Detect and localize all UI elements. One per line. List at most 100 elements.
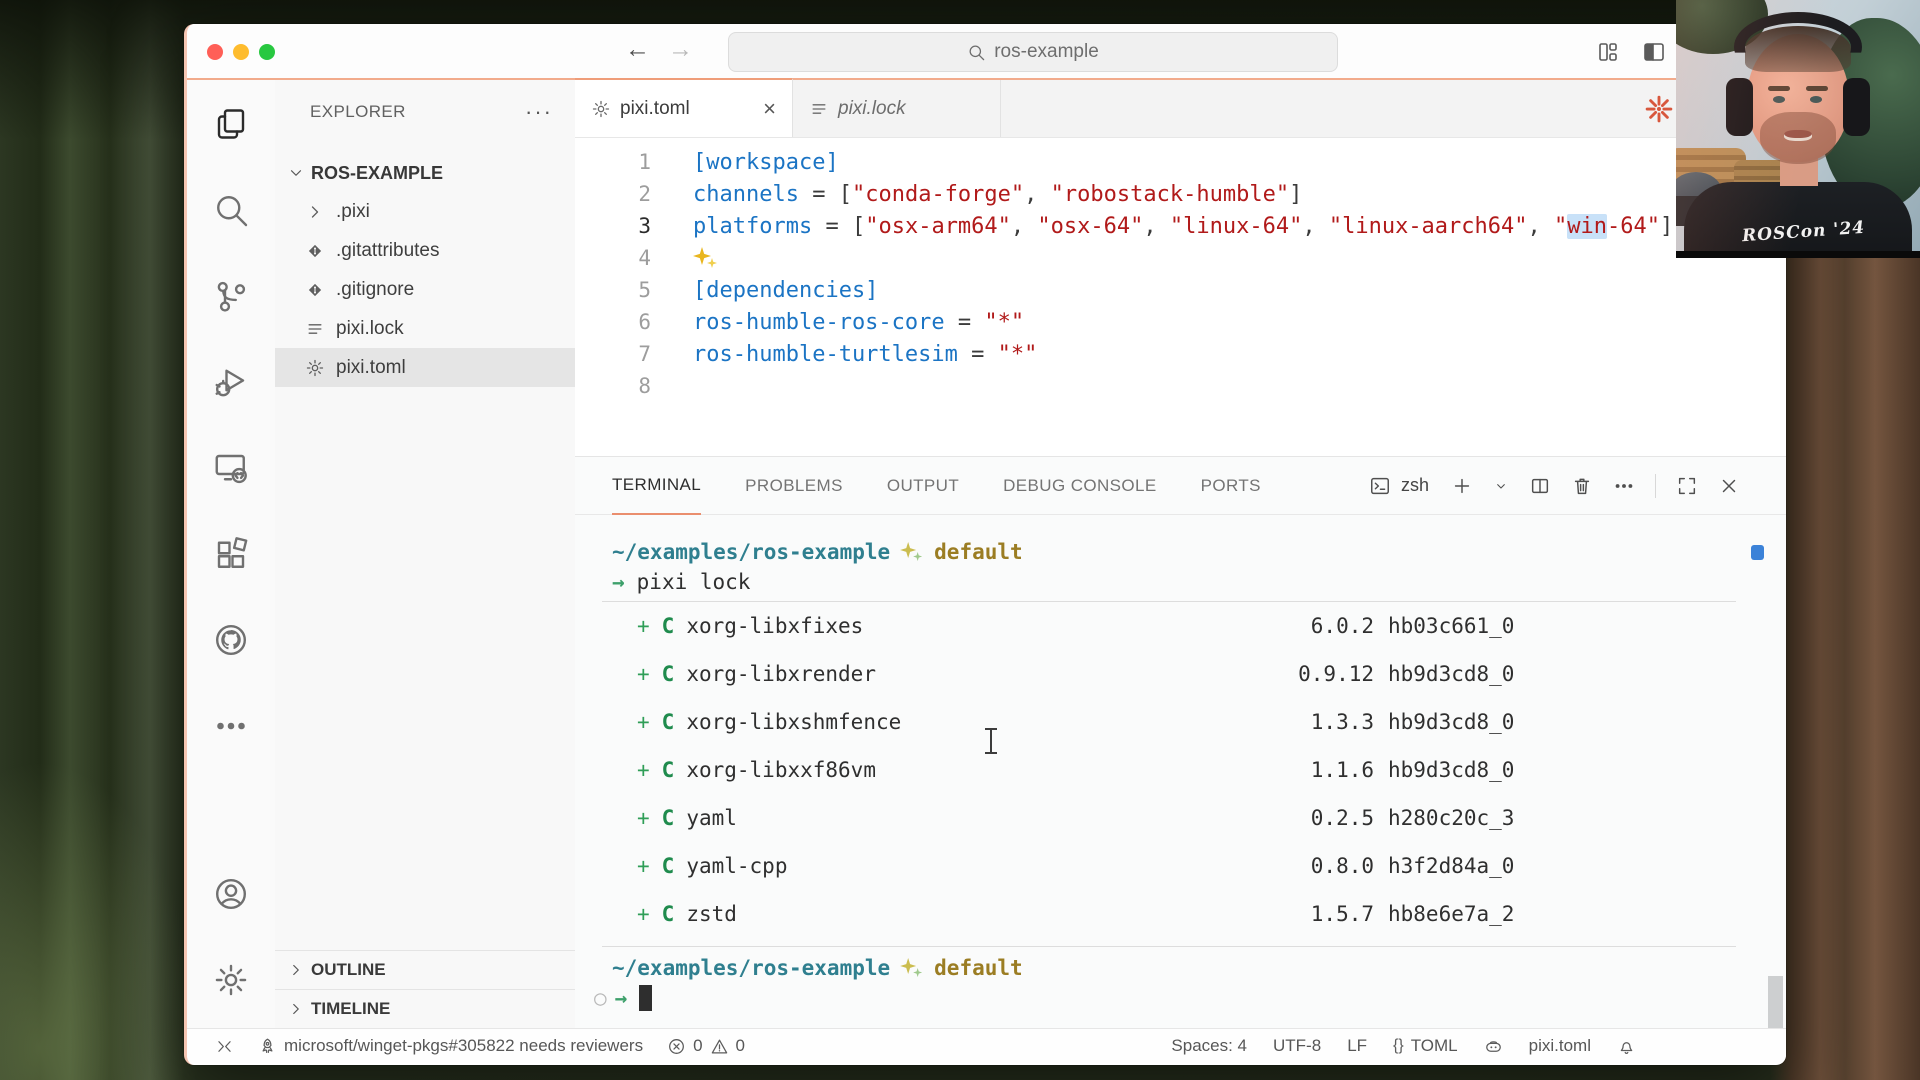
git-icon	[305, 241, 325, 261]
conda-channel-symbol: C	[662, 758, 675, 782]
customize-layout-icon[interactable]	[1596, 40, 1620, 64]
panel-tabs: TERMINAL PROBLEMS OUTPUT DEBUG CONSOLE PORTS	[612, 457, 1261, 515]
terminal-block-cursor	[639, 985, 652, 1011]
split-terminal-icon[interactable]	[1529, 475, 1551, 497]
package-build: h280c20c_3	[1388, 806, 1514, 830]
back-button[interactable]: ←	[625, 35, 650, 64]
eol-item[interactable]: LF	[1347, 1036, 1367, 1056]
shell-label[interactable]: zsh	[1401, 475, 1429, 496]
explorer-icon[interactable]	[213, 106, 249, 142]
outline-section[interactable]: OUTLINE	[275, 950, 575, 989]
terminal-package-row: +Cxorg-libxfixes6.0.2hb03c661_0	[612, 602, 1786, 650]
conda-channel-symbol: C	[662, 614, 675, 638]
problems-status-item[interactable]: 0 0	[667, 1036, 745, 1056]
panel-more-actions-icon[interactable]	[1613, 475, 1635, 497]
chevron-down-icon	[287, 164, 305, 182]
settings-gear-icon[interactable]	[213, 962, 249, 998]
bell-icon[interactable]	[1617, 1037, 1636, 1056]
zoom-window-button[interactable]	[259, 44, 275, 60]
terminal-scrollbar[interactable]	[1768, 976, 1783, 1028]
terminal-viewport[interactable]: ~/examples/ros-example default → pixi lo…	[575, 515, 1786, 1028]
terminal-dropdown-icon[interactable]	[1493, 475, 1509, 497]
source-control-icon[interactable]	[213, 278, 249, 314]
more-views-icon[interactable]	[213, 708, 249, 744]
language-mode-item[interactable]: {} TOML	[1393, 1036, 1458, 1056]
terminal-prompt-line: ~/examples/ros-example default	[612, 953, 1786, 983]
tab-pixi-lock[interactable]: pixi.lock	[793, 80, 1001, 137]
command-center-search[interactable]: ros-example	[728, 32, 1338, 72]
pixi-starburst-icon[interactable]	[1644, 94, 1674, 124]
panel-tab-debug-console[interactable]: DEBUG CONSOLE	[1003, 457, 1157, 515]
warning-count: 0	[736, 1036, 745, 1056]
search-sidebar-icon[interactable]	[213, 192, 249, 228]
timeline-label: TIMELINE	[311, 999, 390, 1019]
panel-tab-ports[interactable]: PORTS	[1201, 457, 1261, 515]
code-token: -64"	[1607, 214, 1660, 239]
code-token: "osx-64"	[1037, 214, 1143, 239]
code-content: ros-humble-ros-core = "*"	[693, 310, 1024, 335]
chevron-right-icon	[287, 1000, 305, 1018]
minimize-window-button[interactable]	[233, 44, 249, 60]
file-row--pixi[interactable]: .pixi	[275, 192, 575, 231]
desktop-wallpaper-glow	[0, 760, 200, 1080]
run-debug-icon[interactable]	[213, 364, 249, 400]
pr-status-item[interactable]: microsoft/winget-pkgs#305822 needs revie…	[258, 1036, 643, 1056]
status-bar-right: Spaces: 4 UTF-8 LF {} TOML pixi.toml	[1171, 1036, 1786, 1056]
package-name: yaml	[686, 806, 737, 830]
close-panel-icon[interactable]	[1718, 475, 1740, 497]
panel-tab-terminal[interactable]: TERMINAL	[612, 457, 701, 515]
indentation-item[interactable]: Spaces: 4	[1171, 1036, 1247, 1056]
encoding-item[interactable]: UTF-8	[1273, 1036, 1321, 1056]
code-token: [workspace]	[693, 150, 839, 175]
close-tab-icon[interactable]: ×	[763, 96, 776, 122]
search-value: ros-example	[994, 41, 1099, 63]
code-token: =	[945, 310, 985, 335]
file-row--gitattributes[interactable]: .gitattributes	[275, 231, 575, 270]
search-icon	[967, 43, 986, 62]
panel-tab-problems[interactable]: PROBLEMS	[745, 457, 843, 515]
file-row-pixi-lock[interactable]: pixi.lock	[275, 309, 575, 348]
package-build: hb9d3cd8_0	[1388, 662, 1514, 686]
terminal-package-row: +Cyaml-cpp0.8.0h3f2d84a_0	[612, 842, 1786, 890]
code-token: =	[799, 182, 839, 207]
file-label: pixi.toml	[336, 357, 406, 379]
copilot-icon[interactable]	[1484, 1037, 1503, 1056]
webcam-letterbox	[1676, 251, 1920, 258]
folder-root-row[interactable]: ROS-EXAMPLE	[275, 154, 575, 192]
maximize-panel-icon[interactable]	[1676, 475, 1698, 497]
close-window-button[interactable]	[207, 44, 223, 60]
package-name: xorg-libxshmfence	[686, 710, 901, 734]
tab-pixi-toml[interactable]: pixi.toml ×	[575, 78, 793, 137]
panel-actions-divider	[1655, 474, 1656, 498]
history-nav: ← →	[625, 35, 693, 64]
code-editor[interactable]: 1[workspace]2channels = ["conda-forge", …	[575, 138, 1786, 456]
package-version: 0.9.12	[1254, 662, 1374, 686]
account-icon[interactable]	[213, 876, 249, 912]
error-count: 0	[693, 1036, 702, 1056]
forward-button[interactable]: →	[668, 35, 693, 64]
conda-channel-symbol: C	[662, 806, 675, 830]
github-icon[interactable]	[213, 622, 249, 658]
code-line-4: 4	[575, 242, 1786, 274]
line-number: 6	[575, 310, 671, 334]
conda-channel-symbol: C	[662, 854, 675, 878]
kill-terminal-icon[interactable]	[1571, 475, 1593, 497]
explorer-more-actions-icon[interactable]: ···	[525, 99, 553, 125]
sparkles-icon	[693, 245, 719, 271]
file-row-pixi-toml[interactable]: pixi.toml	[275, 348, 575, 387]
extensions-icon[interactable]	[213, 536, 249, 572]
toggle-panel-icon[interactable]	[1642, 40, 1666, 64]
file-row--gitignore[interactable]: .gitignore	[275, 270, 575, 309]
new-terminal-icon[interactable]	[1451, 475, 1473, 497]
remote-indicator-icon[interactable]	[215, 1037, 234, 1056]
timeline-section[interactable]: TIMELINE	[275, 989, 575, 1028]
package-version: 0.8.0	[1254, 854, 1374, 878]
package-name: xorg-libxfixes	[686, 614, 863, 638]
panel-tab-output[interactable]: OUTPUT	[887, 457, 959, 515]
terminal-package-row: +Cxorg-libxshmfence1.3.3hb9d3cd8_0	[612, 698, 1786, 746]
panel-tab-bar: TERMINAL PROBLEMS OUTPUT DEBUG CONSOLE PORTS…	[575, 457, 1786, 515]
lines-icon	[305, 319, 325, 339]
outline-label: OUTLINE	[311, 960, 386, 980]
remote-explorer-icon[interactable]	[213, 450, 249, 486]
pixi-toml-status-item[interactable]: pixi.toml	[1529, 1036, 1591, 1056]
